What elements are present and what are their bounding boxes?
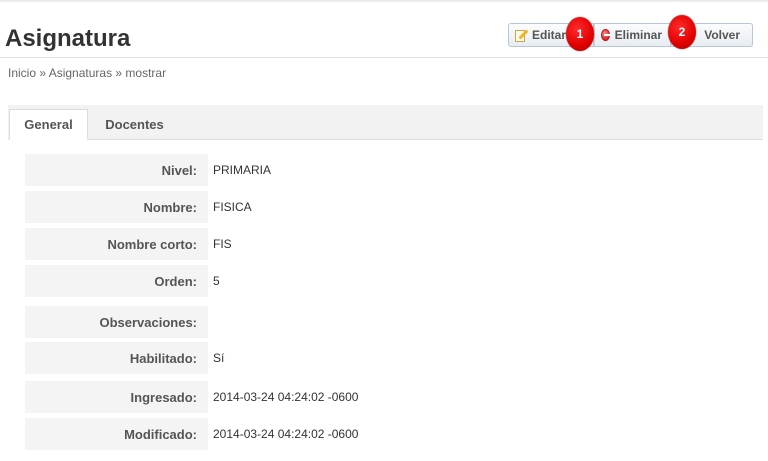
field-value: PRIMARIA (213, 163, 272, 177)
field-label: Habilitado: (25, 342, 208, 374)
field-label: Orden: (25, 265, 208, 297)
field-row-modificado: Modificado: 2014-03-24 04:24:02 -0600 (25, 418, 585, 450)
page-title: Asignatura (5, 25, 131, 52)
field-label: Modificado: (25, 418, 208, 450)
field-label: Nombre: (25, 191, 208, 223)
field-value: FIS (213, 237, 232, 251)
field-label: Observaciones: (25, 306, 208, 338)
field-label: Ingresado: (25, 381, 208, 413)
annotation-marker-2: 2 (668, 15, 696, 49)
field-row-ingresado: Ingresado: 2014-03-24 04:24:02 -0600 (25, 381, 585, 413)
action-button-group: Editar Eliminar Volver (508, 23, 753, 47)
edit-button-label: Editar (532, 28, 567, 42)
field-label: Nombre corto: (25, 228, 208, 260)
annotation-marker-1: 1 (566, 17, 594, 51)
breadcrumb-text: Inicio » Asignaturas » mostrar (8, 66, 167, 80)
field-row-habilitado: Habilitado: Sí (25, 342, 585, 374)
pencil-icon (515, 29, 529, 42)
field-row-orden: Orden: 5 (25, 265, 585, 297)
back-button-label: Volver (704, 28, 740, 42)
field-value: FISICA (213, 200, 252, 214)
field-row-nivel: Nivel: PRIMARIA (25, 154, 585, 186)
field-value: 2014-03-24 04:24:02 -0600 (213, 390, 359, 404)
minus-circle-icon (601, 29, 610, 41)
field-row-nombre-corto: Nombre corto: FIS (25, 228, 585, 260)
tab-docentes[interactable]: Docentes (94, 109, 175, 140)
tab-general[interactable]: General (9, 109, 88, 140)
field-row-observaciones: Observaciones: (25, 306, 585, 338)
delete-button[interactable]: Eliminar (594, 23, 671, 47)
breadcrumb: Inicio » Asignaturas » mostrar (8, 66, 166, 80)
header-divider (0, 57, 768, 58)
delete-button-label: Eliminar (614, 28, 662, 42)
top-shadow (0, 0, 768, 3)
field-value: Sí (213, 351, 225, 365)
field-value: 5 (213, 274, 220, 288)
field-label: Nivel: (25, 154, 208, 186)
field-value: 2014-03-24 04:24:02 -0600 (213, 427, 359, 441)
tab-bar: General Docentes (8, 105, 763, 140)
field-row-nombre: Nombre: FISICA (25, 191, 585, 223)
